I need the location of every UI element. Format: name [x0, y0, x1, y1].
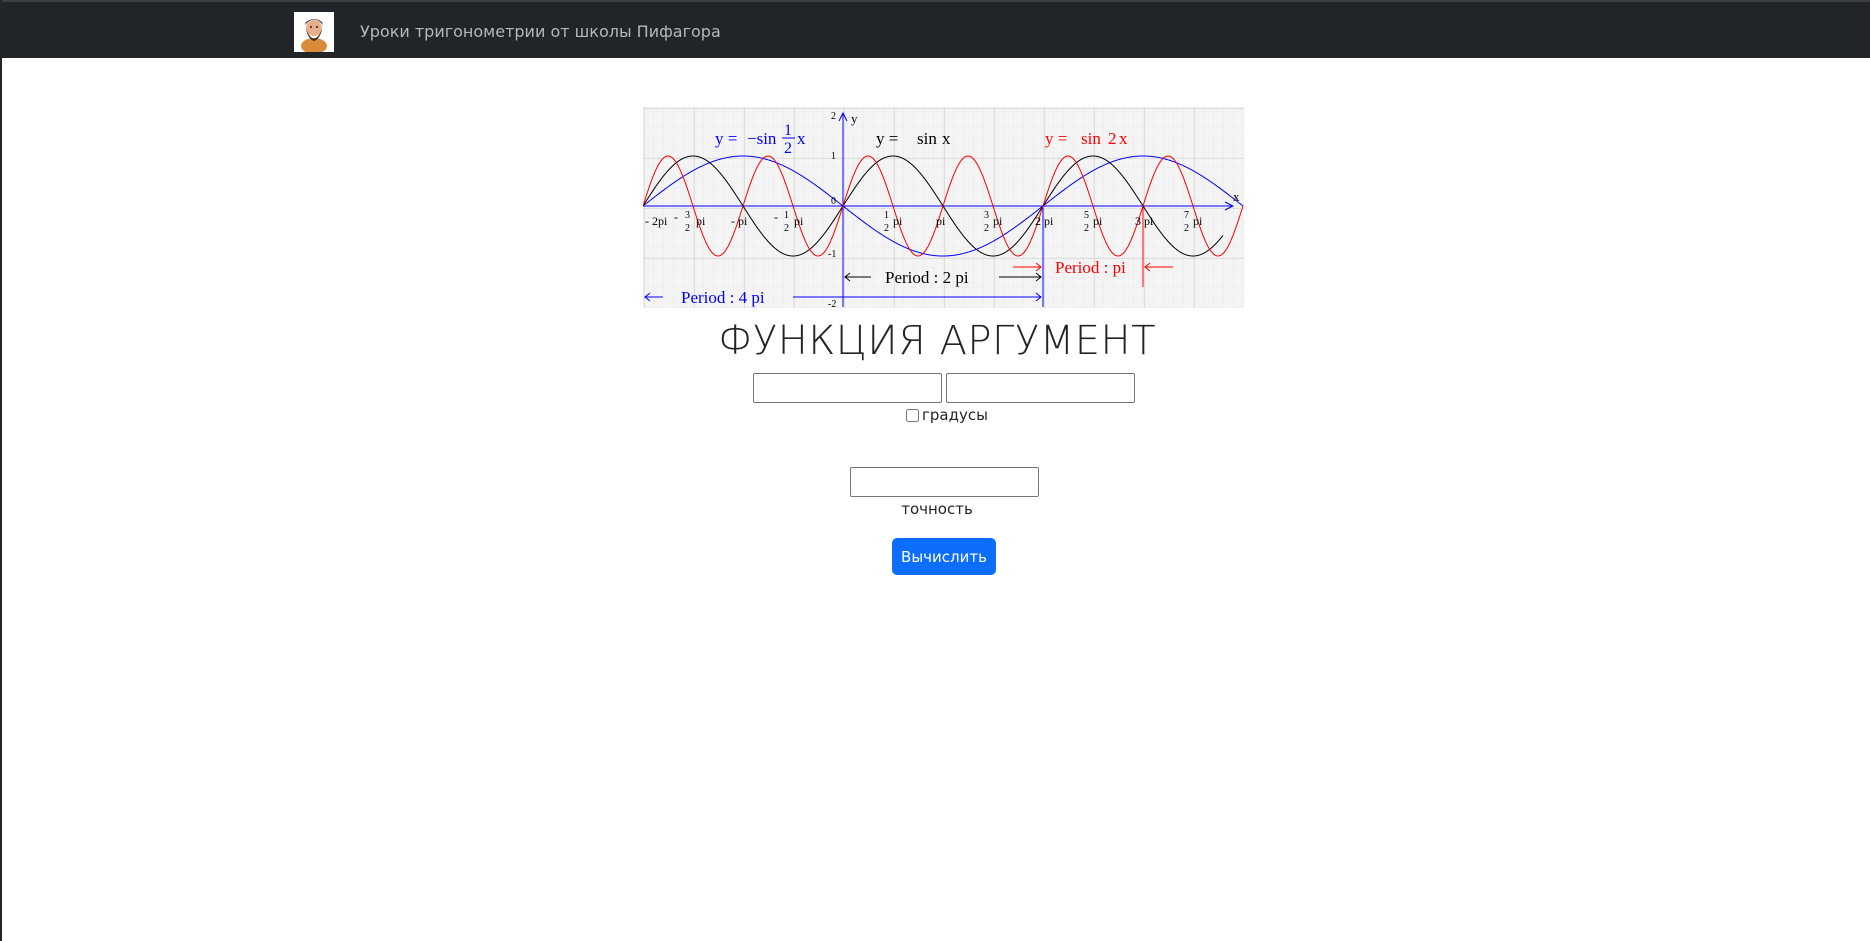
eq-half-part: −sin [747, 129, 777, 148]
x-tick-label: - 2pi [645, 214, 668, 228]
x-axis-label: x [1233, 189, 1240, 204]
x-tick-label: 2 [1184, 223, 1189, 234]
eq-half-denominator: 2 [784, 140, 792, 157]
y-tick-minus-1: -1 [828, 249, 836, 260]
x-tick-label: 2 [884, 223, 889, 234]
eq-sin2-part: 2 [1108, 129, 1117, 148]
x-tick-label: pi [1193, 214, 1203, 228]
y-tick-1: 1 [831, 151, 836, 162]
x-tick-label: - [774, 210, 778, 224]
x-tick-label: pi [993, 214, 1003, 228]
eq-sin2-part: sin [1081, 129, 1101, 148]
x-tick-label: 2 [1084, 223, 1089, 234]
x-tick-label: 5 [1084, 210, 1089, 221]
school-logo-icon[interactable] [294, 12, 334, 52]
period-pi-label: Period : pi [1055, 258, 1126, 277]
x-tick-label: - pi [731, 214, 748, 228]
eq-half-part: y = [715, 129, 737, 148]
y-tick-0: 0 [831, 196, 836, 207]
precision-label: точность [901, 500, 973, 518]
eq-sin-part: y = [876, 129, 898, 148]
eq-sin2-part: y = [1045, 129, 1067, 148]
x-tick-label: - [674, 210, 678, 224]
y-axis-label: y [851, 111, 858, 126]
degrees-label[interactable]: градусы [922, 406, 988, 424]
degrees-checkbox[interactable] [906, 408, 919, 422]
x-tick-label: pi [936, 214, 946, 228]
x-tick-label: pi [794, 214, 804, 228]
period-4pi-label: Period : 4 pi [681, 288, 765, 307]
x-tick-label: 3 [984, 210, 989, 221]
argument-input[interactable] [946, 373, 1135, 403]
function-input[interactable] [753, 373, 942, 403]
eq-sin-part: x [942, 129, 951, 148]
precision-input[interactable] [850, 467, 1039, 497]
calculate-button[interactable]: Вычислить [892, 538, 996, 575]
x-tick-label: pi [1093, 214, 1103, 228]
y-tick-2: 2 [831, 111, 836, 122]
x-tick-label: pi [893, 214, 903, 228]
equation-sin-2x: y = sin 2 x [1045, 129, 1128, 148]
x-tick-label: 2 [784, 223, 789, 234]
x-tick-label: pi [696, 214, 706, 228]
x-tick-label: 1 [784, 210, 789, 221]
x-tick-label: 7 [1184, 210, 1189, 221]
navbar: Уроки тригонометрии от школы Пифагора [2, 0, 1870, 58]
x-tick-label: 3 [685, 210, 690, 221]
y-tick-minus-2: -2 [828, 299, 836, 308]
x-tick-label: 3 pi [1135, 214, 1154, 228]
period-2pi-label: Period : 2 pi [885, 268, 969, 287]
eq-sin2-part: x [1119, 129, 1128, 148]
x-tick-label: 2 [984, 223, 989, 234]
eq-half-part: x [797, 129, 806, 148]
trig-graph: y x 2 1 0 -1 -2 - 2pi - 3 2 pi - pi - 1 … [642, 107, 1244, 310]
eq-half-numerator: 1 [784, 122, 792, 139]
x-tick-label: 2 [685, 223, 690, 234]
x-tick-label: 1 [884, 210, 889, 221]
eq-sin-part: sin [917, 129, 937, 148]
x-tick-label: 2 pi [1035, 214, 1054, 228]
page-heading: ФУНКЦИЯ АРГУМЕНТ [717, 318, 1157, 364]
degrees-option: градусы [906, 406, 988, 424]
site-title[interactable]: Уроки тригонометрии от школы Пифагора [360, 22, 721, 41]
